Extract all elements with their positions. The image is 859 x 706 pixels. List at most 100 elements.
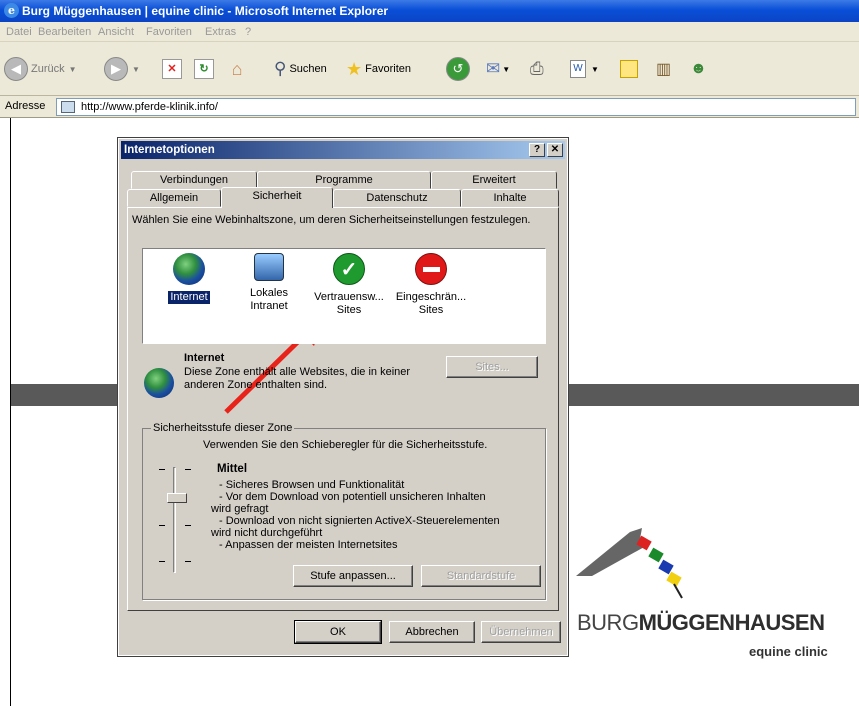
address-input[interactable]: http://www.pferde-klinik.info/ (56, 98, 856, 116)
notes-button[interactable] (620, 43, 638, 95)
back-arrow-icon: ◀ (4, 57, 28, 81)
edit-button[interactable]: W ▼ (570, 43, 599, 95)
level-line-5: wird nicht durchgeführt (211, 527, 323, 539)
zone-intranet-label1: Lokales (250, 287, 288, 299)
research-button[interactable]: ▥ (656, 43, 671, 95)
tab-allgemein[interactable]: Allgemein (127, 189, 221, 207)
default-level-button[interactable]: Standardstufe (421, 565, 541, 587)
forward-arrow-icon: ▶ (104, 57, 128, 81)
ie-icon: e (4, 3, 19, 18)
level-line-1: - Sicheres Browsen und Funktionalität (219, 479, 405, 491)
zone-restricted-sites[interactable]: Eingeschrän... Sites (389, 253, 473, 317)
slider-tick (185, 561, 191, 562)
search-label: Suchen (289, 63, 327, 75)
zone-trusted-label2: Sites (336, 304, 362, 316)
globe-icon (144, 368, 174, 398)
zone-restricted-label1: Eingeschrän... (395, 291, 467, 303)
logo-burg: BURG (577, 610, 639, 635)
zone-desc-line2: anderen Zone enthalten sind. (184, 379, 328, 391)
print-button[interactable]: ⎙ (530, 43, 544, 95)
internet-options-dialog: Internetoptionen ? ✕ Verbindungen Progra… (117, 137, 569, 657)
address-label: Adresse (5, 100, 46, 112)
menu-extras[interactable]: Extras (205, 26, 236, 38)
close-button[interactable]: ✕ (547, 143, 563, 157)
messenger-icon: ☻ (690, 60, 707, 77)
apply-button[interactable]: Übernehmen (481, 621, 561, 643)
tab-inhalte[interactable]: Inhalte (461, 189, 559, 207)
security-level-name: Mittel (217, 463, 248, 475)
zone-internet[interactable]: Internet (147, 253, 231, 305)
search-button[interactable]: ⚲ Suchen (274, 43, 327, 95)
window-title: Burg Müggenhausen | equine clinic - Micr… (22, 4, 389, 18)
cancel-button[interactable]: Abbrechen (389, 621, 475, 643)
zone-trusted-sites[interactable]: ✓ Vertrauensw... Sites (307, 253, 391, 317)
forward-button[interactable]: ▶ ▼ (104, 43, 140, 95)
sites-button[interactable]: Sites... (446, 356, 538, 378)
note-icon (620, 60, 638, 78)
zone-intranet-label2: Intranet (250, 300, 288, 312)
tab-sicherheit[interactable]: Sicherheit (221, 187, 333, 208)
menu-ansicht[interactable]: Ansicht (98, 26, 134, 38)
menu-datei[interactable]: Datei (6, 26, 32, 38)
logo-name: MÜGGENHAUSEN (638, 610, 825, 635)
messenger-button[interactable]: ☻ (690, 43, 707, 95)
menu-bar: Datei Bearbeiten Ansicht Favoriten Extra… (0, 22, 859, 42)
level-line-4: - Download von nicht signierten ActiveX-… (219, 515, 500, 527)
home-icon: ⌂ (231, 59, 243, 79)
toolbar: ◀ Zurück ▼ ▶ ▼ ✕ ↻ ⌂ ⚲ Suchen ★ Favorite… (0, 42, 859, 96)
slider-tick (159, 525, 165, 526)
dialog-titlebar: Internetoptionen ? ✕ (121, 141, 565, 159)
restricted-icon (415, 253, 447, 285)
star-icon: ★ (346, 58, 363, 79)
logo-subtitle: equine clinic (749, 644, 828, 659)
zone-list: Internet Lokales Intranet ✓ Vertrauensw.… (142, 248, 546, 344)
slider-tick (159, 469, 165, 470)
slider-hint: Verwenden Sie den Schieberegler für die … (203, 439, 488, 451)
custom-level-button[interactable]: Stufe anpassen... (293, 565, 413, 587)
zone-local-intranet[interactable]: Lokales Intranet (227, 253, 311, 313)
zone-desc-line1: Diese Zone enthält alle Websites, die in… (184, 366, 411, 378)
word-icon: W (570, 60, 586, 78)
security-panel: Wählen Sie eine Webinhaltszone, um deren… (127, 207, 559, 611)
menu-help[interactable]: ? (245, 26, 251, 38)
checkmark-icon: ✓ (333, 253, 365, 285)
refresh-icon: ↻ (194, 59, 214, 79)
books-icon: ▥ (656, 61, 672, 78)
chevron-down-icon: ▼ (68, 64, 77, 74)
dialog-title: Internetoptionen (124, 144, 215, 156)
zone-restricted-label2: Sites (418, 304, 444, 316)
clinic-logo-text: BURGMÜGGENHAUSEN (577, 610, 825, 636)
back-label: Zurück (31, 63, 65, 75)
security-level-group: Sicherheitsstufe dieser Zone Verwenden S… (142, 422, 546, 600)
chevron-down-icon: ▼ (132, 64, 140, 74)
level-line-2: - Vor dem Download von potentiell unsich… (219, 491, 486, 503)
security-slider-track (173, 467, 176, 573)
stop-button[interactable]: ✕ (162, 43, 182, 95)
slider-tick (185, 469, 191, 470)
printer-icon: ⎙ (530, 59, 544, 78)
chevron-down-icon: ▼ (591, 64, 599, 74)
ok-button[interactable]: OK (294, 620, 382, 644)
slider-tick (159, 561, 165, 562)
menu-favoriten[interactable]: Favoriten (146, 26, 192, 38)
tab-datenschutz[interactable]: Datenschutz (333, 189, 461, 207)
menu-bearbeiten[interactable]: Bearbeiten (38, 26, 91, 38)
mail-icon: ✉ (486, 59, 501, 78)
slider-tick (185, 525, 191, 526)
home-button[interactable]: ⌂ (226, 43, 248, 95)
favorites-button[interactable]: ★ Favoriten (346, 43, 411, 95)
security-slider-thumb[interactable] (167, 493, 187, 503)
mail-button[interactable]: ✉ ▼ (486, 43, 510, 95)
refresh-button[interactable]: ↻ (194, 43, 214, 95)
history-button[interactable]: ↺ (446, 43, 470, 95)
security-level-label: Sicherheitsstufe dieser Zone (151, 422, 295, 434)
help-button[interactable]: ? (529, 143, 545, 157)
search-icon: ⚲ (274, 59, 287, 78)
page-icon (61, 101, 75, 113)
zone-internet-label: Internet (167, 290, 211, 305)
zone-trusted-label1: Vertrauensw... (314, 291, 384, 303)
tab-erweitert[interactable]: Erweitert (431, 171, 557, 189)
zone-name: Internet (184, 352, 225, 364)
zone-instruction: Wählen Sie eine Webinhaltszone, um deren… (132, 214, 531, 226)
back-button[interactable]: ◀ Zurück ▼ (4, 43, 77, 95)
